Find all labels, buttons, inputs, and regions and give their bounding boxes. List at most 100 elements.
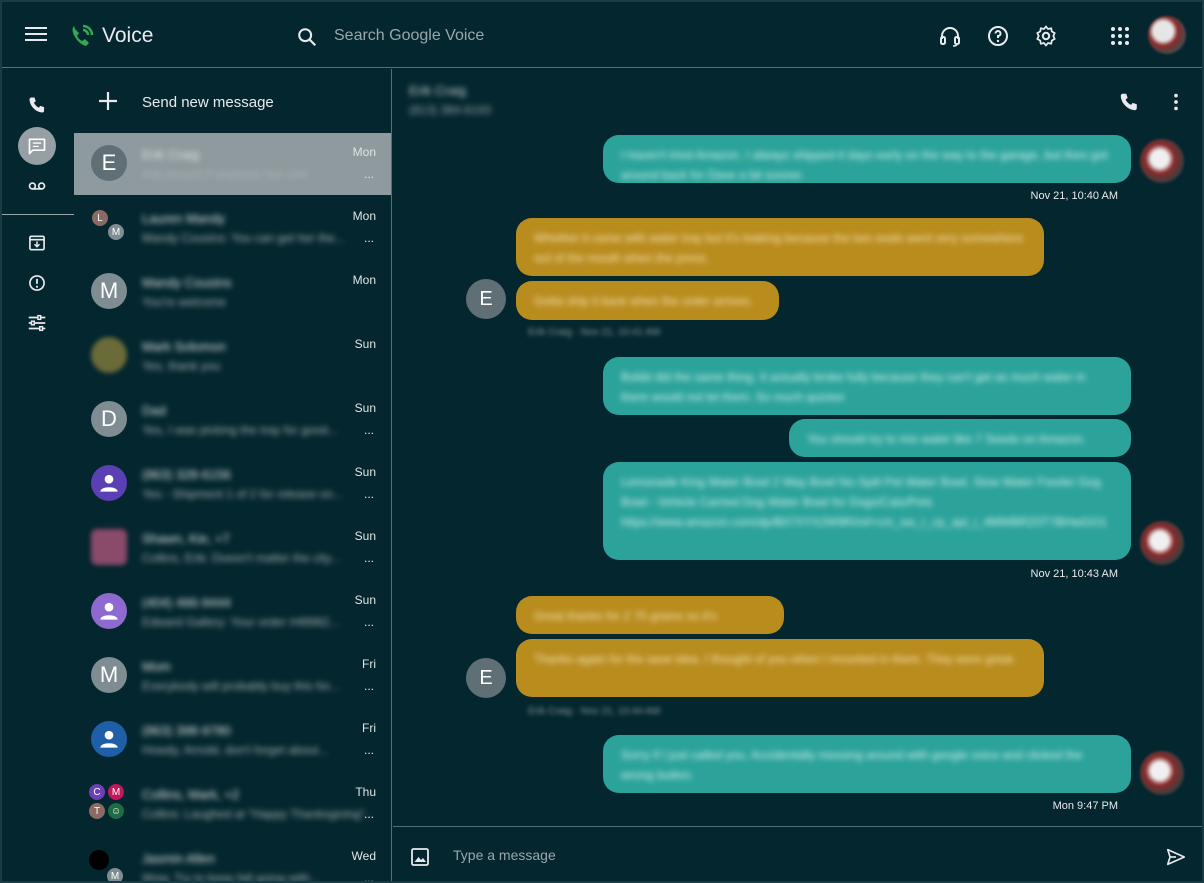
message-text: Thanks again for the save idea. I though…: [534, 652, 1017, 666]
person-avatar-icon: [91, 593, 127, 629]
more-vert-icon[interactable]: [1165, 91, 1187, 113]
conversation-more: ...: [363, 871, 374, 881]
avatar-mini: C: [88, 783, 106, 801]
conversation-more: ...: [363, 551, 374, 565]
conversation-snippet: Yes, thank you: [142, 359, 221, 373]
archive-icon: [29, 235, 45, 251]
send-new-message-button[interactable]: Send new message: [74, 69, 391, 133]
conversation-item[interactable]: E Erik Craig Ask around if anybody has one…: [74, 133, 391, 195]
outgoing-message[interactable]: You should try to mix water like 7 Seeds…: [789, 419, 1131, 457]
conversation-item[interactable]: (863) 398-9780 Howdy, Arnold, don't forge…: [74, 709, 391, 771]
conversation-item[interactable]: (404) 466-9444 Edward Gallery: Your order…: [74, 581, 391, 643]
help-icon[interactable]: [986, 24, 1010, 48]
search-icon[interactable]: [296, 26, 318, 48]
incoming-message[interactable]: Whether it came with water tray but it's…: [516, 218, 1044, 276]
voice-logo-icon[interactable]: [68, 22, 96, 50]
incoming-message[interactable]: Great thanks for 2 75 grams so it's: [516, 596, 784, 634]
rail-divider: [2, 214, 74, 215]
conversation-item[interactable]: M Mandy Cousins You're welcome Mon: [74, 261, 391, 323]
conversation-time: Fri: [362, 721, 376, 735]
conversation-snippet: Yes, I was picking the tray for good...: [142, 423, 338, 437]
my-avatar: [1140, 139, 1184, 183]
menu-icon[interactable]: [22, 23, 50, 47]
conversation-name: Jasmin Allen: [142, 851, 215, 866]
nav-calls[interactable]: [18, 86, 56, 124]
contact-photo: [91, 337, 127, 373]
settings-icon[interactable]: [1034, 24, 1058, 48]
conversation-item[interactable]: Shawn, Kie, +7 Collins, Erik: Doesn't mat…: [74, 517, 391, 579]
conversation-item[interactable]: M Mom Everybody will probably buy this for…: [74, 645, 391, 707]
conversation-snippet: Yes - Shipment 1 of 2 for release on...: [142, 487, 344, 501]
conversation-time: Sun: [354, 401, 376, 415]
message-text: Lemonade King Water Bowl 2 Way Bowl No-S…: [621, 475, 1107, 529]
image-icon[interactable]: [410, 847, 430, 867]
message-text: Great thanks for 2 75 grams so it's: [534, 609, 718, 623]
chat-contact-name: Erik Craig: [409, 83, 467, 98]
apps-grid-icon[interactable]: [1108, 24, 1132, 48]
outgoing-message[interactable]: Bobbi did the same thing. It actually br…: [603, 357, 1131, 415]
search-input[interactable]: [324, 20, 584, 52]
conversation-more: ...: [363, 231, 374, 245]
message-text: I haven't tried Amazon. I always shipped…: [621, 148, 1108, 182]
person-avatar-icon: [91, 465, 127, 501]
conversation-item[interactable]: C M T ☺ Collins, Mark, +2 Collins: Laughed at…: [74, 773, 391, 835]
messages-icon: [28, 138, 46, 155]
nav-voicemail[interactable]: [18, 167, 56, 205]
send-icon[interactable]: [1165, 846, 1187, 868]
account-avatar[interactable]: [1148, 16, 1186, 54]
nav-filters[interactable]: [18, 304, 56, 342]
avatar-mini: L: [91, 209, 109, 227]
message-timestamp: Nov 21, 10:43 AM: [1030, 568, 1118, 580]
nav-spam[interactable]: [18, 264, 56, 302]
conversation-list: Send new message E Erik Craig Ask around i…: [74, 69, 392, 881]
conversation-item[interactable]: D Dad Yes, I was picking the tray for good…: [74, 389, 391, 451]
conversation-more: ...: [363, 615, 374, 629]
nav-messages[interactable]: [18, 127, 56, 165]
conversation-snippet: Howdy, Arnold, don't forget about...: [142, 743, 329, 757]
outgoing-message[interactable]: Lemonade King Water Bowl 2 Way Bowl No-S…: [603, 462, 1131, 560]
conversation-time: Mon: [352, 209, 376, 223]
conversation-item[interactable]: M Jasmin Allen Wow, Try to keep fall going…: [74, 837, 391, 881]
person-avatar-icon: [91, 721, 127, 757]
conversation-name: Mom: [142, 659, 171, 674]
conversation-name: Mark Solomon: [142, 339, 226, 354]
chat-header: Erik Craig (813) 384-6193: [393, 69, 1202, 129]
conversation-more: ...: [363, 743, 374, 757]
conversation-snippet: Mandy Cousins: You can get her the...: [142, 231, 345, 245]
avatar-mini: [88, 849, 110, 871]
conversation-time: Sun: [354, 529, 376, 543]
call-icon[interactable]: [1118, 91, 1140, 113]
conversation-time: Sun: [354, 593, 376, 607]
outgoing-message[interactable]: Sorry if I just called you. Accidentally…: [603, 735, 1131, 793]
conversation-item[interactable]: L M Lauren Mandy Mandy Cousins: You can get…: [74, 197, 391, 259]
avatar-mini: M: [106, 867, 124, 881]
outgoing-message[interactable]: I haven't tried Amazon. I always shipped…: [603, 135, 1131, 183]
group-avatar: C M T ☺: [88, 783, 128, 823]
message-timestamp: Mon 9:47 PM: [1052, 800, 1118, 812]
conversation-name: (863) 398-9780: [142, 723, 231, 738]
avatar-mini: ☺: [107, 802, 125, 820]
send-new-message-label: Send new message: [142, 94, 274, 111]
spam-icon: [29, 275, 45, 291]
conversation-item[interactable]: (863) 328-6156 Yes - Shipment 1 of 2 for …: [74, 453, 391, 515]
compose-bar: [393, 826, 1202, 881]
message-input[interactable]: [445, 842, 1045, 868]
conversation-more: ...: [363, 807, 374, 821]
message-text: You should try to mix water like 7 Seeds…: [807, 432, 1087, 446]
app-title[interactable]: Voice: [102, 24, 153, 48]
contact-avatar: M: [91, 657, 127, 693]
conversation-more: ...: [363, 679, 374, 693]
conversation-item[interactable]: Mark Solomon Yes, thank you Sun: [74, 325, 391, 387]
plus-icon: [99, 92, 117, 110]
nav-archive[interactable]: [18, 224, 56, 262]
message-sender-timestamp: Erik Craig · Nov 21, 10:41 AM: [528, 327, 661, 338]
incoming-message[interactable]: Thanks again for the save idea. I though…: [516, 639, 1044, 697]
voice-app-window: Voice Search Google Voice Send new messa…: [0, 0, 1204, 883]
headset-icon[interactable]: [938, 24, 962, 48]
contact-avatar: E: [466, 658, 506, 698]
my-avatar: [1140, 521, 1184, 565]
incoming-message[interactable]: Gotta ship it back when the order arrive…: [516, 281, 779, 320]
message-text: Gotta ship it back when the order arrive…: [534, 294, 753, 308]
message-text: Sorry if I just called you. Accidentally…: [621, 748, 1083, 782]
contact-avatar: M: [91, 273, 127, 309]
